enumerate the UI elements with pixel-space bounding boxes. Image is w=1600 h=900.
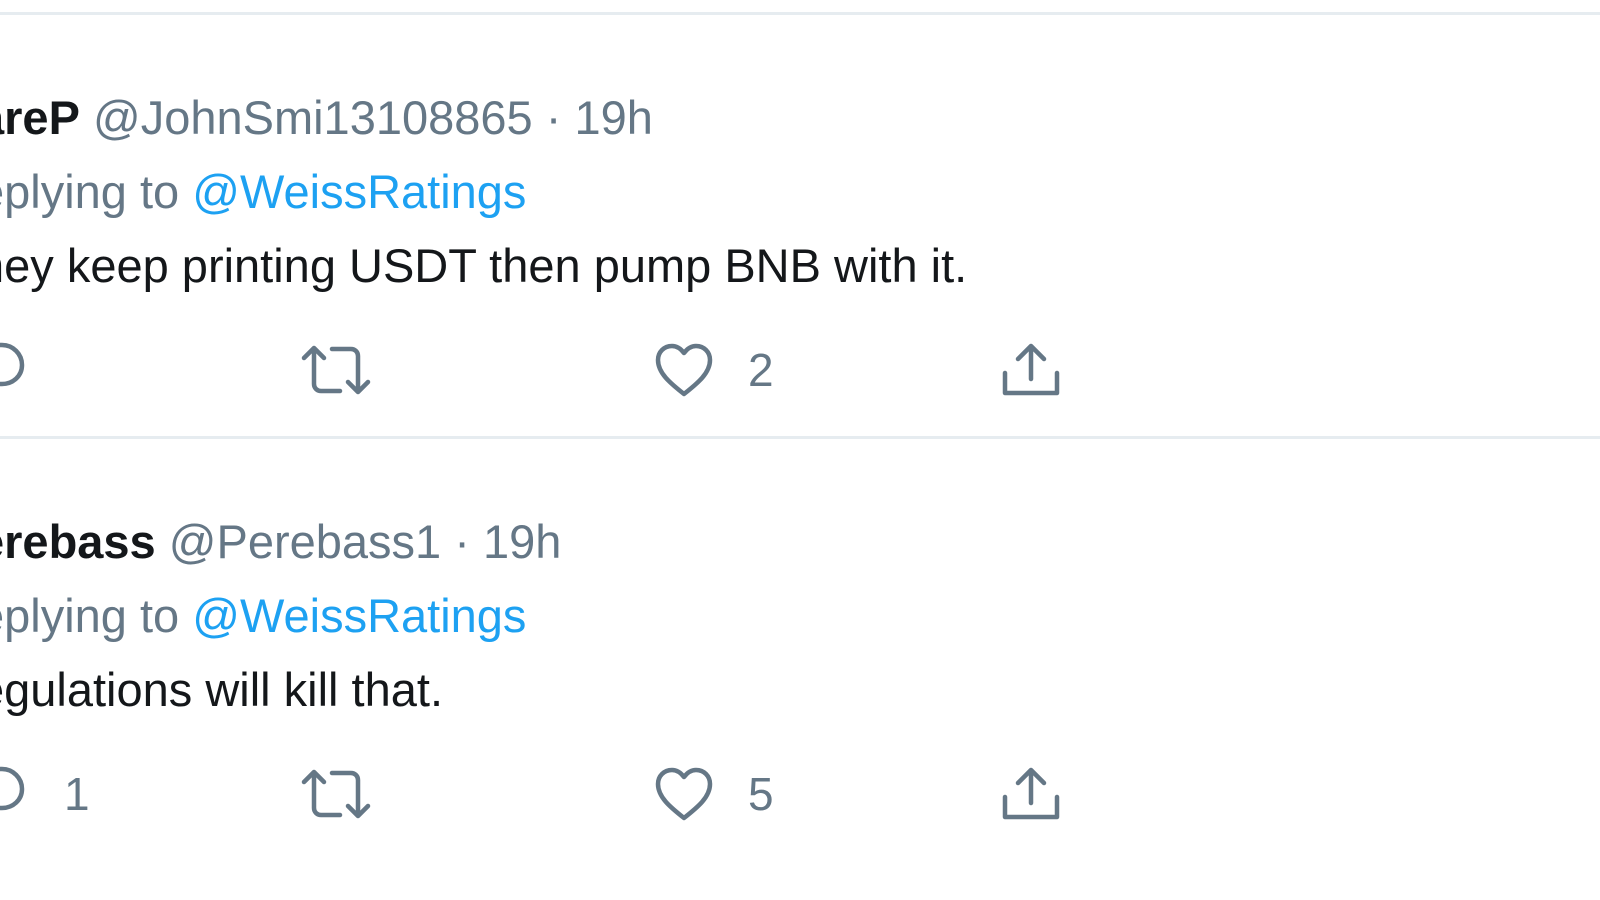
replying-to-mention[interactable]: @WeissRatings xyxy=(192,589,526,642)
tweet-header: areP @JohnSmi13108865 · 19h xyxy=(0,90,653,146)
like-count: 5 xyxy=(748,768,774,820)
like-button[interactable]: 5 xyxy=(654,762,774,826)
timestamp[interactable]: 19h xyxy=(483,515,561,568)
display-name[interactable]: erebass xyxy=(0,515,156,568)
top-divider xyxy=(0,12,1600,15)
tweet-text: egulations will kill that. xyxy=(0,663,443,716)
heart-icon xyxy=(654,766,714,822)
share-icon xyxy=(1000,765,1062,823)
replying-to-label: eplying to xyxy=(0,165,180,218)
like-count: 2 xyxy=(748,344,774,396)
reply-tweet[interactable]: areP @JohnSmi13108865 · 19h eplying to @… xyxy=(0,18,1598,438)
retweet-button[interactable] xyxy=(300,762,406,826)
tweet-text: ney keep printing USDT then pump BNB wit… xyxy=(0,239,968,292)
display-name[interactable]: areP xyxy=(0,91,80,144)
retweet-icon xyxy=(300,342,372,398)
user-handle[interactable]: @Perebass1 xyxy=(169,515,441,568)
dot-separator: · xyxy=(545,91,562,144)
heart-icon xyxy=(654,342,714,398)
user-handle[interactable]: @JohnSmi13108865 xyxy=(93,91,533,144)
replying-to-mention[interactable]: @WeissRatings xyxy=(192,165,526,218)
like-button[interactable]: 2 xyxy=(654,338,774,402)
tweet-header: erebass @Perebass1 · 19h xyxy=(0,514,561,570)
tweet-divider xyxy=(0,436,1600,439)
share-button[interactable] xyxy=(1000,338,1062,402)
replying-to-line: eplying to @WeissRatings xyxy=(0,588,526,644)
share-button[interactable] xyxy=(1000,762,1062,826)
replying-to-label: eplying to xyxy=(0,589,180,642)
reply-button[interactable]: 1 xyxy=(0,762,90,826)
retweet-button[interactable] xyxy=(300,338,406,402)
reply-button[interactable] xyxy=(0,338,64,402)
dot-separator: · xyxy=(454,515,470,568)
reply-count: 1 xyxy=(64,768,90,820)
replying-to-line: eplying to @WeissRatings xyxy=(0,164,526,220)
share-icon xyxy=(1000,341,1062,399)
retweet-icon xyxy=(300,766,372,822)
reply-tweet[interactable]: erebass @Perebass1 · 19h eplying to @Wei… xyxy=(0,442,1598,862)
timestamp[interactable]: 19h xyxy=(574,91,652,144)
reply-icon xyxy=(0,763,30,825)
reply-icon xyxy=(0,339,30,401)
